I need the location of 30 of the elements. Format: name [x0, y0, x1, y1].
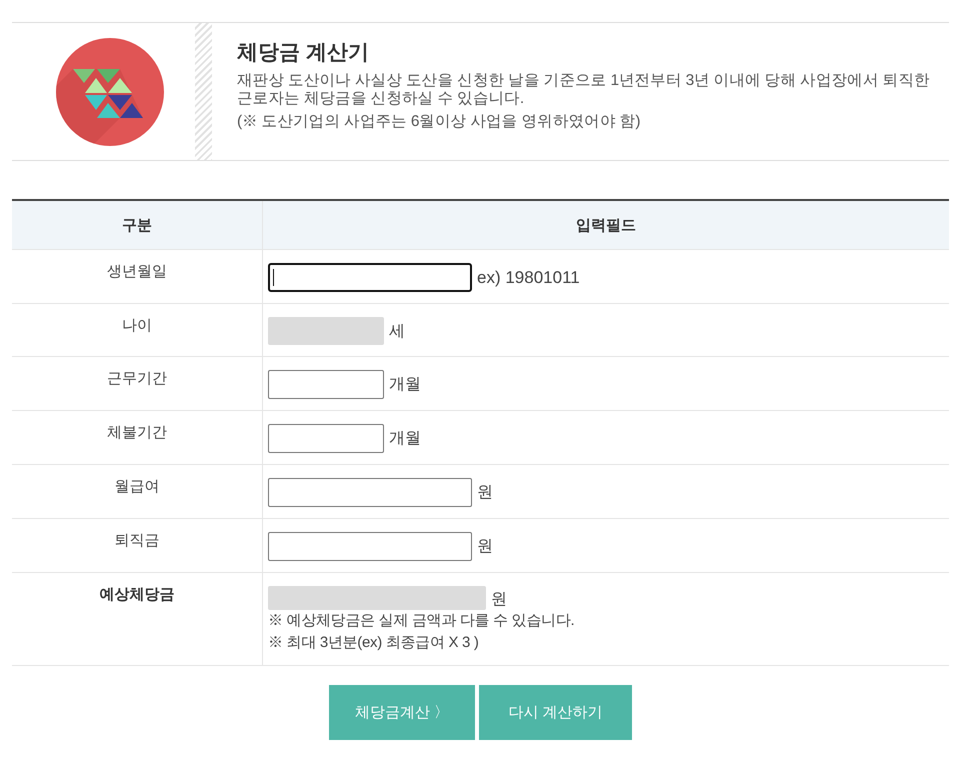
row-label: 퇴직금	[114, 532, 160, 549]
unit-label: 개월	[389, 375, 421, 395]
description-text: 재판상 도산이나 사실상 도산을 신청한 날을 기준으로 1년전부터 3년 이내에 당해 사업장에서 퇴직한 근로자는 체당금을 신청하실 수 있습니다.	[237, 72, 931, 108]
column-header: 구분	[12, 200, 262, 250]
calculate-button[interactable]: 체당금계산 〉	[329, 685, 475, 740]
input-field[interactable]	[268, 370, 384, 399]
page-title: 체당금 계산기	[237, 40, 370, 66]
row-label: 월급여	[114, 478, 160, 495]
unit-label: 원	[491, 590, 507, 610]
row-label: 체불기간	[107, 424, 167, 441]
note-text: (※ 도산기업의 사업주는 6월이상 사업을 영위하였어야 함)	[237, 113, 642, 131]
unit-label: 원	[477, 537, 493, 557]
input-field[interactable]	[268, 424, 384, 453]
row-label: 예상체당금	[100, 586, 174, 603]
triangle-tiles-icon	[56, 38, 164, 146]
reset-button[interactable]: 다시 계산하기	[479, 685, 632, 740]
text-cursor-icon	[273, 269, 274, 286]
note-text: ※ 예상체당금은 실제 금액과 다를 수 있습니다.	[268, 611, 576, 631]
format-example: ex) 19801011	[477, 268, 580, 288]
input-field[interactable]	[268, 478, 472, 507]
input-field[interactable]	[268, 532, 472, 561]
row-label: 근무기간	[107, 370, 167, 387]
row-label: 나이	[122, 317, 152, 334]
note-text: ※ 최대 3년분(ex) 최종급여 X 3 )	[268, 633, 480, 653]
unit-label: 세	[389, 322, 405, 342]
unit-label: 원	[477, 483, 493, 503]
row-label: 생년월일	[107, 263, 167, 280]
column-header: 입력필드	[262, 200, 949, 250]
input-field[interactable]	[268, 263, 472, 292]
unit-label: 개월	[389, 429, 421, 449]
